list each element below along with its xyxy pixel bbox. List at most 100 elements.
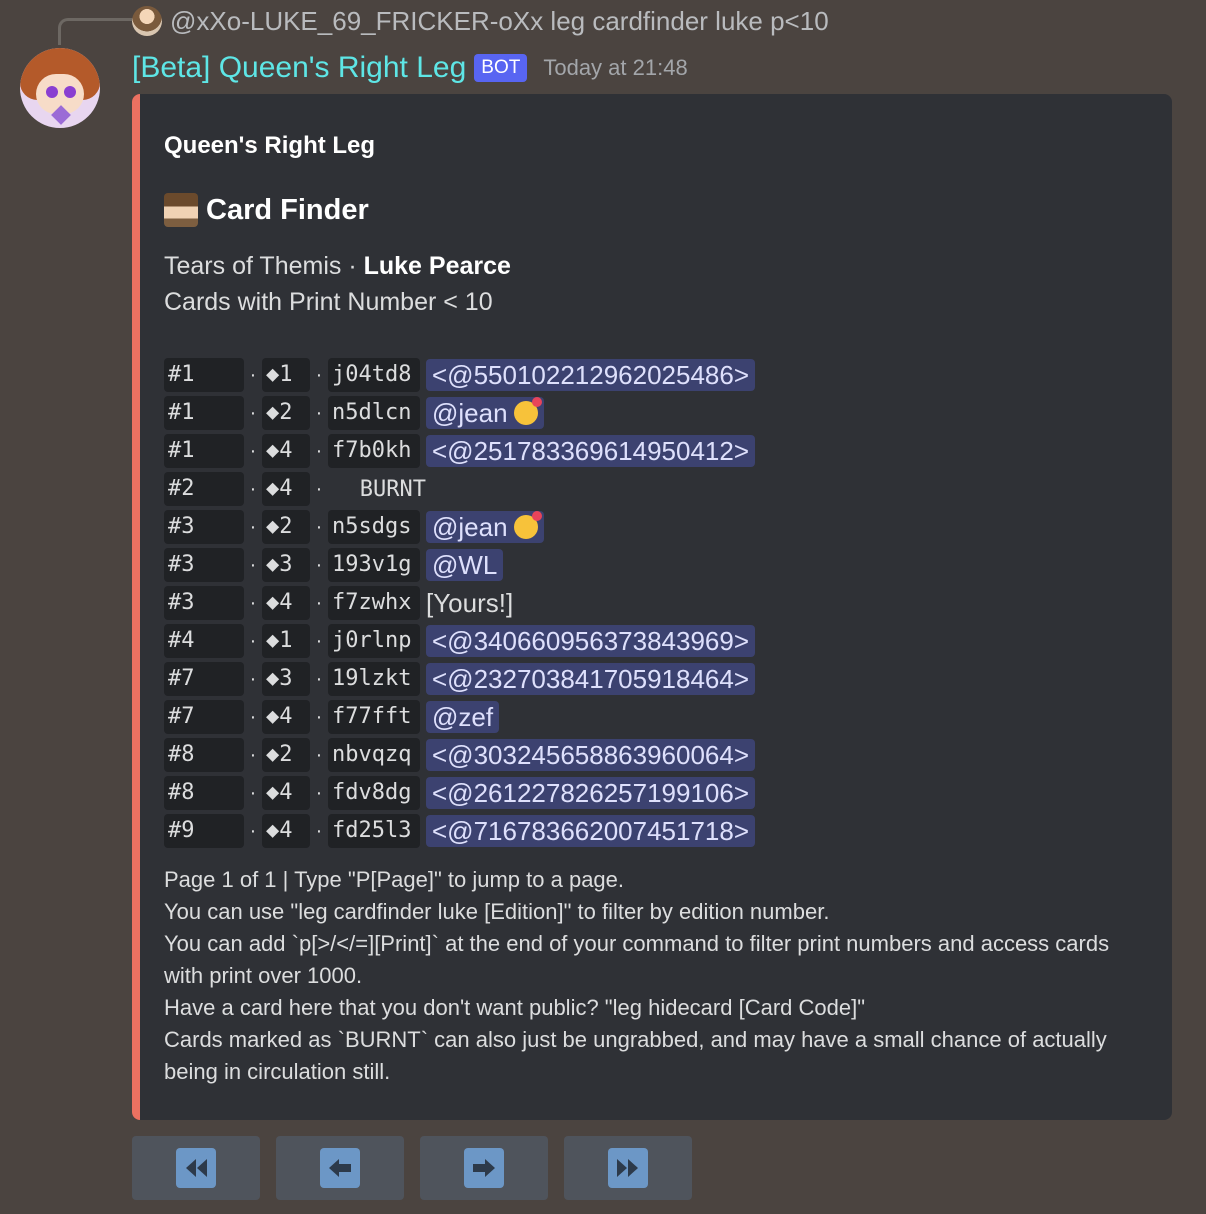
user-mention[interactable]: @jean: [426, 397, 544, 429]
mention-text[interactable]: <@716783662007451718>: [432, 816, 749, 846]
user-mention[interactable]: @jean: [426, 511, 544, 543]
print-number: #1: [164, 434, 244, 468]
mention-text[interactable]: @jean: [432, 512, 508, 542]
separator-dot: ·: [315, 819, 323, 842]
mention-text[interactable]: @zef: [432, 702, 493, 732]
mention-text[interactable]: @WL: [432, 550, 497, 580]
bot-avatar[interactable]: [20, 48, 100, 128]
separator-dot: ·: [315, 705, 323, 728]
embed-title-text: Card Finder: [206, 193, 369, 226]
fast-forward-icon: [608, 1148, 648, 1188]
separator-dot: ·: [249, 363, 257, 386]
separator-dot: ·: [249, 553, 257, 576]
edition-number: ◆2: [262, 510, 310, 544]
card-code: 19lzkt: [328, 662, 420, 696]
separator-dot: ·: [249, 401, 257, 424]
previous-page-button[interactable]: [276, 1136, 404, 1200]
print-number: #2: [164, 472, 244, 506]
card-row: #8 · ◆2 · nbvqzq <@303245658863960064>: [164, 736, 756, 774]
mention-text[interactable]: <@303245658863960064>: [432, 740, 749, 770]
footer-line: Have a card here that you don't want pub…: [164, 995, 866, 1020]
user-mention[interactable]: <@303245658863960064>: [426, 739, 756, 771]
edition-number: ◆2: [262, 738, 310, 772]
card-row: #8 · ◆4 · fdv8dg <@261227826257199106>: [164, 774, 756, 812]
edition-number: ◆2: [262, 396, 310, 430]
separator-dot: ·: [315, 743, 323, 766]
user-mention[interactable]: @zef: [426, 701, 500, 733]
user-mention[interactable]: <@232703841705918464>: [426, 663, 756, 695]
separator-dot: ·: [315, 667, 323, 690]
card-finder-icon: [164, 193, 198, 227]
card-code: f7b0kh: [328, 434, 420, 468]
user-mention[interactable]: <@716783662007451718>: [426, 815, 756, 847]
user-mention[interactable]: <@251783369614950412>: [426, 435, 756, 467]
mention-text[interactable]: @jean: [432, 398, 508, 428]
separator-dot: ·: [249, 477, 257, 500]
desc-series: Tears of Themis ·: [164, 252, 364, 280]
desc-filter: Cards with Print Number < 10: [164, 288, 493, 316]
card-row: #7 · ◆4 · f77fft @zef: [164, 698, 755, 736]
user-mention[interactable]: <@261227826257199106>: [426, 777, 756, 809]
card-code: j04td8: [328, 358, 420, 392]
smiling-hearts-emoji-icon: [513, 397, 542, 425]
separator-dot: ·: [249, 781, 257, 804]
mention-text[interactable]: <@261227826257199106>: [432, 778, 749, 808]
edition-number: ◆4: [262, 700, 310, 734]
separator-dot: ·: [249, 819, 257, 842]
first-page-button[interactable]: [132, 1136, 260, 1200]
separator-dot: ·: [315, 363, 323, 386]
card-row: #1 · ◆1 · j04td8 <@550102212962025486>: [164, 356, 756, 394]
separator-dot: ·: [249, 629, 257, 652]
print-number: #3: [164, 510, 244, 544]
card-row: #2 · ◆4 · BURNT: [164, 470, 755, 508]
mention-text[interactable]: <@550102212962025486>: [432, 360, 749, 390]
print-number: #1: [164, 396, 244, 430]
card-list: #1 · ◆1 · j04td8 <@550102212962025486> #1 · ◆2 · n…: [164, 356, 756, 850]
separator-dot: ·: [315, 629, 323, 652]
mention-text[interactable]: <@340660956373843969>: [432, 626, 749, 656]
card-code: fdv8dg: [328, 776, 420, 810]
card-row: #1 · ◆4 · f7b0kh <@251783369614950412>: [164, 432, 756, 470]
next-page-button[interactable]: [420, 1136, 548, 1200]
separator-dot: ·: [315, 781, 323, 804]
mention-text[interactable]: <@232703841705918464>: [432, 664, 749, 694]
desc-character: Luke Pearce: [363, 252, 511, 280]
card-row: #3 · ◆3 · 193v1g @WL: [164, 546, 755, 584]
mention-text[interactable]: <@251783369614950412>: [432, 436, 749, 466]
replied-user-avatar[interactable]: [132, 6, 162, 36]
print-number: #9: [164, 814, 244, 848]
last-page-button[interactable]: [564, 1136, 692, 1200]
message-timestamp[interactable]: Today at 21:48: [543, 55, 687, 81]
separator-dot: ·: [249, 591, 257, 614]
card-code: n5dlcn: [328, 396, 420, 430]
separator-dot: ·: [249, 515, 257, 538]
edition-number: ◆3: [262, 662, 310, 696]
edition-number: ◆1: [262, 358, 310, 392]
footer-line: Page 1 of 1 | Type "P[Page]" to jump to …: [164, 867, 625, 892]
card-code: 193v1g: [328, 548, 420, 582]
edition-number: ◆4: [262, 814, 310, 848]
embed-footer-text: Page 1 of 1 | Type "P[Page]" to jump to …: [164, 864, 1144, 1088]
print-number: #7: [164, 662, 244, 696]
separator-dot: ·: [249, 667, 257, 690]
user-mention[interactable]: <@550102212962025486>: [426, 359, 756, 391]
card-row: #3 · ◆4 · f7zwhx [Yours!]: [164, 584, 755, 622]
bot-username[interactable]: [Beta] Queen's Right Leg: [132, 51, 466, 85]
card-row: #9 · ◆4 · fd25l3 <@716783662007451718>: [164, 812, 756, 850]
card-row: #4 · ◆1 · j0rlnp <@340660956373843969>: [164, 622, 756, 660]
owner-text: [Yours!]: [426, 587, 514, 618]
edition-number: ◆3: [262, 548, 310, 582]
embed-author: Queen's Right Leg: [164, 132, 376, 159]
card-code: j0rlnp: [328, 624, 420, 658]
reply-reference[interactable]: @xXo-LUKE_69_FRICKER-oXx leg cardfinder …: [132, 4, 829, 38]
separator-dot: ·: [315, 401, 323, 424]
card-row: #3 · ◆2 · n5sdgs @jean: [164, 508, 755, 546]
card-code: n5sdgs: [328, 510, 420, 544]
reply-text[interactable]: @xXo-LUKE_69_FRICKER-oXx leg cardfinder …: [170, 6, 829, 37]
separator-dot: ·: [249, 439, 257, 462]
embed-accent-bar: [132, 94, 140, 1120]
user-mention[interactable]: <@340660956373843969>: [426, 625, 756, 657]
print-number: #4: [164, 624, 244, 658]
print-number: #8: [164, 738, 244, 772]
user-mention[interactable]: @WL: [426, 549, 504, 581]
